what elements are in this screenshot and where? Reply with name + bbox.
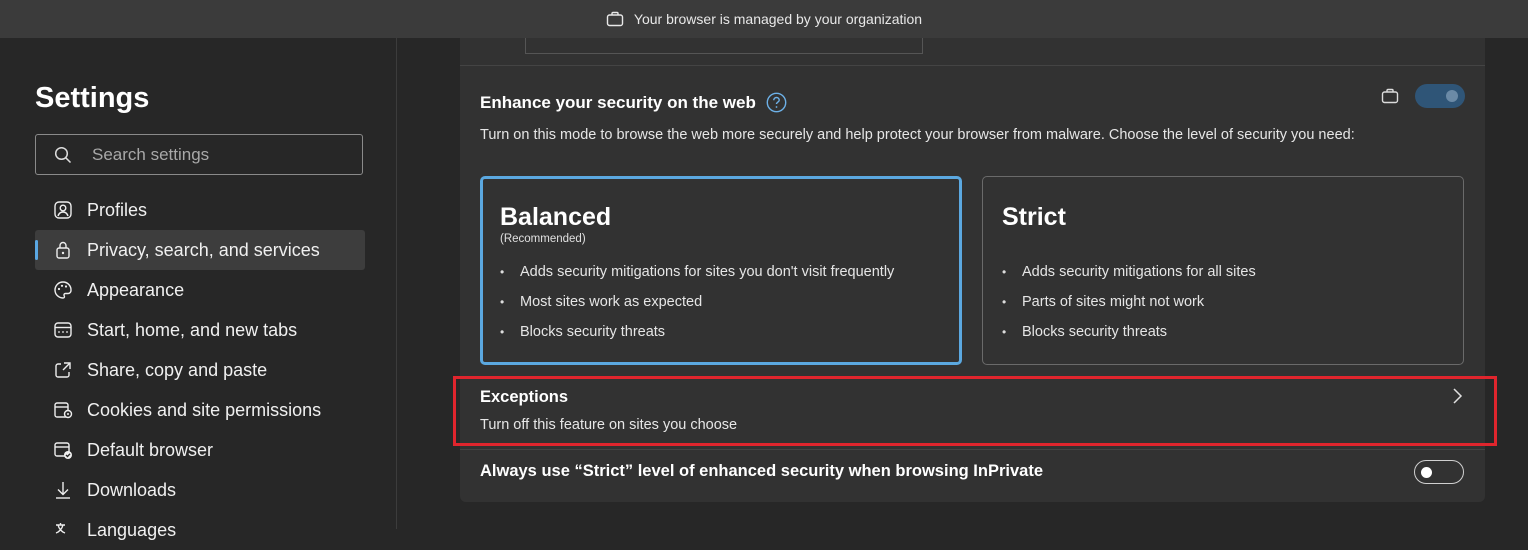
bullet-item: • Blocks security threats (1002, 324, 1168, 340)
toggle-knob (1421, 467, 1432, 478)
download-icon (51, 478, 75, 502)
bullet-item: • Most sites work as expected (500, 294, 703, 310)
lock-icon (51, 238, 75, 262)
search-input[interactable] (90, 143, 334, 166)
sidebar-nav: Profiles Privacy, search, and services A… (35, 190, 365, 550)
inprivate-strict-label: Always use “Strict” level of enhanced se… (480, 462, 1044, 480)
managed-banner-text: Your browser is managed by your organiza… (633, 11, 923, 27)
sidebar-item-label: Languages (87, 519, 177, 540)
sidebar-item-label: Privacy, search, and services (87, 239, 320, 260)
sidebar-item-label: Appearance (87, 279, 185, 300)
option-name: Strict (1002, 203, 1066, 231)
profile-icon (51, 198, 75, 222)
sidebar-item-languages[interactable]: Languages (35, 510, 365, 550)
bullet-item: • Blocks security threats (500, 324, 666, 340)
exceptions-row[interactable]: Exceptions Turn off this feature on site… (460, 376, 1485, 436)
option-strict[interactable]: Strict • Adds security mitigations for al… (982, 176, 1464, 365)
palette-icon (51, 278, 75, 302)
option-balanced[interactable]: Balanced (Recommended) • Adds security mi… (480, 176, 962, 365)
section-description: Turn on this mode to browse the web more… (480, 127, 1355, 143)
option-name: Balanced (500, 203, 612, 231)
exceptions-title: Exceptions (480, 388, 569, 406)
search-box[interactable] (35, 134, 363, 175)
sidebar-item-label: Start, home, and new tabs (87, 319, 298, 340)
cookies-icon (51, 398, 75, 422)
share-icon (51, 358, 75, 382)
sidebar-item-label: Profiles (87, 199, 148, 220)
bullet-item: • Adds security mitigations for sites you… (500, 264, 895, 280)
sidebar-item-share[interactable]: Share, copy and paste (35, 350, 365, 390)
home-tabs-icon (51, 318, 75, 342)
sidebar-item-profiles[interactable]: Profiles (35, 190, 365, 230)
settings-title: Settings (35, 82, 150, 114)
bullet-item: • Parts of sites might not work (1002, 294, 1205, 310)
option-note: (Recommended) (500, 233, 586, 245)
divider (460, 449, 1485, 450)
sidebar-item-appearance[interactable]: Appearance (35, 270, 365, 310)
security-toggle[interactable] (1415, 84, 1465, 108)
sidebar-item-label: Cookies and site permissions (87, 399, 322, 420)
default-browser-icon (51, 438, 75, 462)
sidebar-item-start-home[interactable]: Start, home, and new tabs (35, 310, 365, 350)
sidebar-item-label: Default browser (87, 439, 214, 460)
inprivate-strict-toggle[interactable] (1414, 460, 1464, 484)
briefcase-icon (1381, 88, 1399, 104)
section-title: Enhance your security on the web (480, 92, 787, 113)
option-bullets: • Adds security mitigations for all sites… (1002, 257, 1256, 347)
sidebar: Settings Profiles Privacy, search, and s… (0, 38, 397, 540)
languages-icon (51, 518, 75, 542)
section-title-text: Enhance your security on the web (480, 92, 756, 112)
bullet-item: • Adds security mitigations for all sites (1002, 264, 1256, 280)
sidebar-item-label: Downloads (87, 479, 177, 500)
briefcase-icon (606, 11, 624, 27)
security-controls (1381, 84, 1465, 108)
sidebar-item-privacy[interactable]: Privacy, search, and services (35, 230, 365, 270)
previous-input-field[interactable] (525, 38, 923, 54)
search-icon (54, 146, 72, 164)
security-card: Enhance your security on the web Turn on… (460, 38, 1485, 502)
sidebar-item-label: Share, copy and paste (87, 359, 268, 380)
sidebar-item-default-browser[interactable]: Default browser (35, 430, 365, 470)
sidebar-item-cookies[interactable]: Cookies and site permissions (35, 390, 365, 430)
chevron-right-icon (1451, 387, 1463, 405)
inprivate-toggle-wrap (1414, 460, 1464, 484)
toggle-knob (1446, 90, 1458, 102)
option-bullets: • Adds security mitigations for sites you… (500, 257, 894, 347)
exceptions-subtitle: Turn off this feature on sites you choos… (480, 417, 738, 433)
sidebar-item-downloads[interactable]: Downloads (35, 470, 365, 510)
managed-banner: Your browser is managed by your organiza… (0, 0, 1528, 38)
main-content: Enhance your security on the web Turn on… (397, 38, 1528, 529)
help-icon[interactable] (766, 92, 787, 113)
divider (460, 65, 1485, 66)
